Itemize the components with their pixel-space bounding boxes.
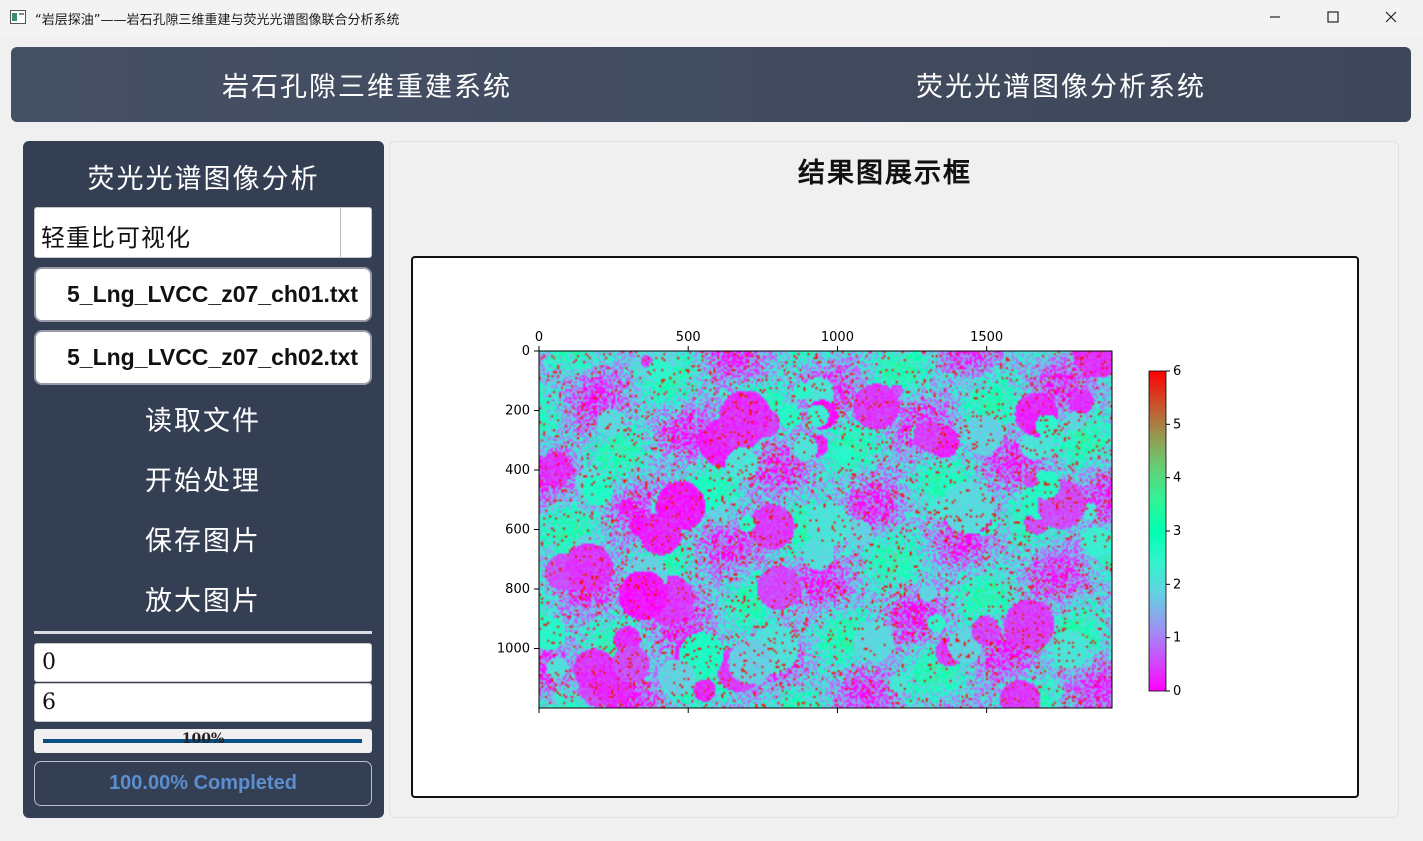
min-value-input[interactable]: 0 (34, 643, 372, 682)
close-button[interactable] (1362, 0, 1420, 34)
x-tick-label: 1000 (821, 330, 854, 345)
maximize-button[interactable] (1304, 0, 1362, 34)
file-input-ch01-text: 5_Lng_LVCC_z07_ch01.txt (66, 281, 358, 307)
sidebar-title: 荧光光谱图像分析 (87, 164, 320, 195)
minimize-button[interactable] (1246, 0, 1304, 34)
colorbar-tick-label: 6 (1173, 364, 1181, 379)
tab-rock-pore-reconstruction[interactable]: 岩石孔隙三维重建系统 (11, 47, 723, 122)
mode-select[interactable]: 轻重比可视化 (34, 207, 372, 258)
sidebar-divider (34, 631, 372, 634)
read-file-button[interactable]: 读取文件 (34, 393, 372, 443)
colorbar-tick-label: 2 (1173, 577, 1181, 592)
figure-frame: 0 500 1000 1500 0 200 400 600 800 1000 0 1 2 3 4 5 6 (411, 256, 1359, 798)
tab-fluorescence-analysis[interactable]: 荧光光谱图像分析系统 (711, 47, 1411, 122)
min-value-text: 0 (42, 650, 56, 675)
colorbar-tick-label: 3 (1173, 524, 1181, 539)
result-panel-title: 结果图展示框 (798, 158, 972, 189)
close-icon (1385, 11, 1397, 23)
colorbar (1148, 370, 1167, 692)
sidebar: 荧光光谱图像分析 轻重比可视化 5_Lng_LVCC_z07_ch01.txt … (23, 141, 384, 818)
x-tick-label: 0 (535, 330, 543, 345)
status-indicator: 100.00% Completed (34, 761, 372, 806)
top-navigation: 岩石孔隙三维重建系统 荧光光谱图像分析系统 (11, 47, 1411, 122)
max-value-text: 6 (42, 690, 56, 715)
x-tick-label: 500 (676, 330, 701, 345)
dropdown-arrow-icon[interactable] (340, 208, 341, 257)
y-tick-label: 1000 (497, 642, 530, 657)
max-value-input[interactable]: 6 (34, 683, 372, 722)
window-titlebar: “岩层探油”——岩石孔隙三维重建与荧光光谱图像联合分析系统 (0, 0, 1423, 36)
colorbar-tick-label: 1 (1173, 631, 1181, 646)
y-tick-label: 400 (505, 463, 530, 478)
colorbar-tick-label: 5 (1173, 417, 1181, 432)
progress-label: 100% (181, 731, 225, 747)
file-input-ch02-text: 5_Lng_LVCC_z07_ch02.txt (66, 344, 358, 370)
heatmap-image (539, 351, 1112, 708)
maximize-icon (1327, 11, 1339, 23)
save-image-button[interactable]: 保存图片 (34, 513, 372, 563)
result-panel: 结果图展示框 0 500 1000 1500 0 200 400 600 800 1000 0 1 2 3… (389, 141, 1399, 818)
y-tick-label: 0 (522, 344, 530, 359)
x-tick-label: 1500 (970, 330, 1003, 345)
y-tick-label: 200 (505, 404, 530, 419)
colorbar-tick-label: 0 (1173, 684, 1181, 699)
app-icon (10, 10, 26, 24)
window-title: “岩层探油”——岩石孔隙三维重建与荧光光谱图像联合分析系统 (35, 13, 400, 28)
y-tick-label: 800 (505, 582, 530, 597)
progress-bar: 100% (34, 729, 372, 753)
mode-select-value: 轻重比可视化 (41, 224, 191, 252)
heatmap-figure: 0 500 1000 1500 0 200 400 600 800 1000 0 1 2 3 4 5 6 (497, 330, 1181, 713)
file-input-ch01[interactable]: 5_Lng_LVCC_z07_ch01.txt (34, 267, 372, 322)
y-tick-label: 600 (505, 523, 530, 538)
minimize-icon (1270, 16, 1280, 18)
colorbar-tick-label: 4 (1173, 471, 1181, 486)
start-processing-button[interactable]: 开始处理 (34, 453, 372, 503)
file-input-ch02[interactable]: 5_Lng_LVCC_z07_ch02.txt (34, 330, 372, 385)
zoom-image-button[interactable]: 放大图片 (34, 573, 372, 623)
